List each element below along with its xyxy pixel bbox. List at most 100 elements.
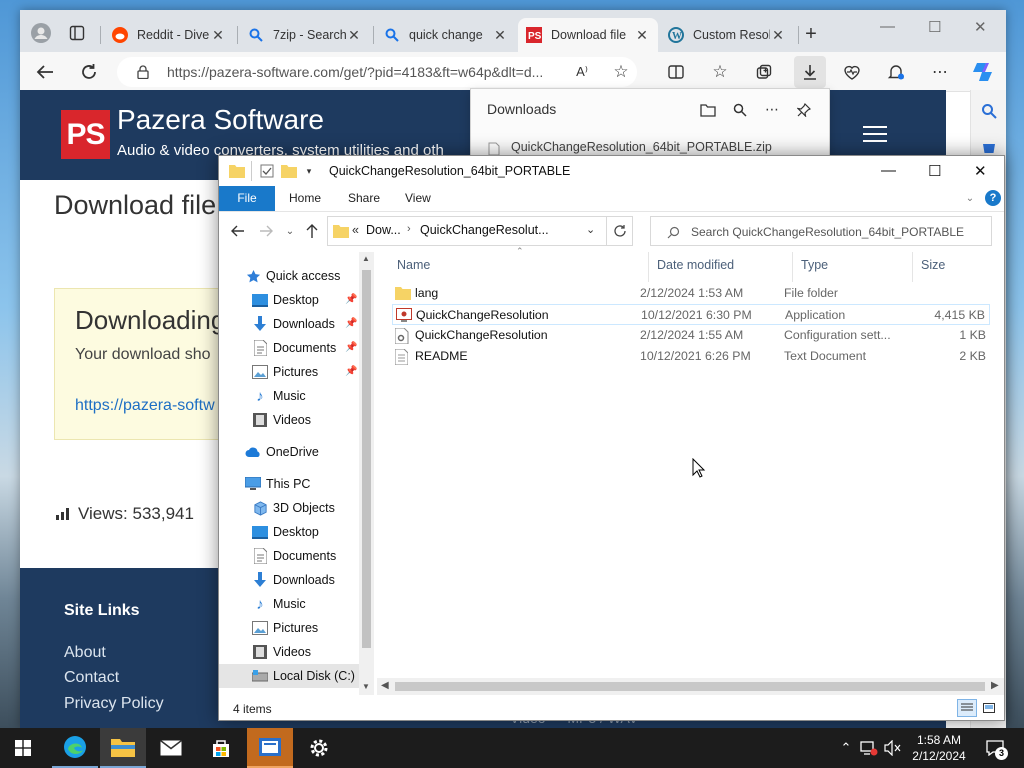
more-options-icon[interactable]: ⋯ bbox=[763, 100, 781, 118]
file-row[interactable]: QuickChangeResolution 10/12/2021 6:30 PM… bbox=[392, 304, 990, 325]
column-header-date[interactable]: Date modified bbox=[657, 258, 734, 272]
nav-quick-access[interactable]: Quick access bbox=[245, 264, 340, 288]
copilot-icon[interactable] bbox=[970, 60, 996, 84]
lock-icon[interactable] bbox=[135, 63, 151, 81]
nav-local-disk[interactable]: Local Disk (C:) bbox=[219, 664, 359, 688]
file-row[interactable]: QuickChangeResolution 2/12/2024 1:55 AM … bbox=[392, 325, 990, 346]
new-tab-icon[interactable]: + bbox=[800, 23, 822, 45]
maximize-icon[interactable]: ☐ bbox=[928, 162, 941, 180]
download-item-name[interactable]: QuickChangeResolution_64bit_PORTABLE.zip bbox=[511, 140, 772, 154]
refresh-icon[interactable] bbox=[78, 62, 100, 82]
scroll-left-icon[interactable]: ◀ bbox=[381, 680, 389, 691]
settings-taskbar-icon[interactable] bbox=[296, 728, 342, 768]
nav-pc-documents[interactable]: Documents bbox=[252, 544, 336, 568]
read-aloud-icon[interactable]: A⁾ bbox=[572, 62, 592, 82]
scroll-down-icon[interactable]: ▼ bbox=[362, 682, 370, 691]
maximize-icon[interactable]: ☐ bbox=[928, 18, 941, 36]
open-folder-icon[interactable] bbox=[699, 101, 717, 119]
profile-icon[interactable] bbox=[30, 22, 52, 44]
tab-close-icon[interactable]: ✕ bbox=[634, 27, 650, 44]
quick-access-toolbar-dropdown-icon[interactable]: ▾ bbox=[303, 165, 315, 177]
breadcrumb-item-current[interactable]: QuickChangeResolut... bbox=[420, 223, 549, 237]
column-header-size[interactable]: Size bbox=[921, 258, 945, 272]
nav-quick-downloads[interactable]: Downloads bbox=[252, 312, 335, 336]
scroll-up-icon[interactable]: ▲ bbox=[362, 254, 370, 263]
volume-muted-icon[interactable] bbox=[884, 739, 902, 757]
nav-pc-downloads[interactable]: Downloads bbox=[252, 568, 335, 592]
favorite-star-icon[interactable]: ☆ bbox=[611, 62, 631, 82]
tab-close-icon[interactable]: ✕ bbox=[346, 27, 362, 44]
footer-link-privacy[interactable]: Privacy Policy bbox=[64, 695, 164, 713]
more-options-icon[interactable]: ⋯ bbox=[930, 62, 950, 82]
nav-quick-documents[interactable]: Documents bbox=[252, 336, 336, 360]
file-explorer-taskbar-icon[interactable] bbox=[100, 728, 146, 768]
tab-actions-icon[interactable] bbox=[68, 24, 86, 42]
notification-center-icon[interactable]: 3 bbox=[984, 738, 1008, 760]
details-view-icon[interactable] bbox=[957, 699, 977, 717]
new-folder-icon[interactable] bbox=[281, 163, 297, 179]
site-name[interactable]: Pazera Software bbox=[117, 104, 324, 136]
horizontal-scrollbar-thumb[interactable] bbox=[395, 682, 985, 691]
properties-icon[interactable] bbox=[259, 163, 275, 179]
nav-scrollbar-thumb[interactable] bbox=[362, 270, 371, 648]
downloads-icon[interactable] bbox=[794, 56, 826, 88]
nav-quick-music[interactable]: ♪ Music bbox=[252, 384, 305, 408]
footer-link-contact[interactable]: Contact bbox=[64, 669, 119, 687]
nav-scrollbar[interactable]: ▲ ▼ bbox=[359, 252, 374, 695]
close-icon[interactable]: ✕ bbox=[974, 162, 987, 180]
tab-quick-change[interactable]: quick change ✕ bbox=[376, 18, 516, 52]
collections-icon[interactable] bbox=[754, 62, 774, 82]
search-downloads-icon[interactable] bbox=[731, 101, 749, 119]
tab-reddit[interactable]: Reddit - Dive ✕ bbox=[104, 18, 234, 52]
edge-taskbar-icon[interactable] bbox=[52, 728, 98, 768]
ribbon-tab-file[interactable]: File bbox=[219, 186, 275, 211]
mail-taskbar-icon[interactable] bbox=[148, 728, 194, 768]
tab-close-icon[interactable]: ✕ bbox=[770, 27, 786, 44]
start-button[interactable] bbox=[0, 728, 46, 768]
file-row[interactable]: lang 2/12/2024 1:53 AM File folder bbox=[392, 283, 990, 304]
address-bar[interactable]: https://pazera-software.com/get/?pid=418… bbox=[117, 57, 637, 87]
nav-pc-music[interactable]: ♪ Music bbox=[252, 592, 305, 616]
up-icon[interactable] bbox=[303, 222, 321, 240]
nav-onedrive[interactable]: OneDrive bbox=[245, 440, 319, 464]
column-header-type[interactable]: Type bbox=[801, 258, 828, 272]
help-icon[interactable]: ? bbox=[985, 190, 1001, 206]
nav-3d-objects[interactable]: 3D Objects bbox=[252, 496, 335, 520]
clock[interactable]: 1:58 AM 2/12/2024 bbox=[906, 732, 972, 764]
forward-icon[interactable] bbox=[257, 222, 275, 240]
address-dropdown-icon[interactable]: ⌄ bbox=[586, 223, 595, 236]
explorer-search-input[interactable]: Search QuickChangeResolution_64bit_PORTA… bbox=[650, 216, 992, 246]
network-icon[interactable] bbox=[860, 739, 878, 757]
minimize-icon[interactable]: — bbox=[880, 18, 895, 35]
tab-close-icon[interactable]: ✕ bbox=[492, 27, 508, 44]
expand-ribbon-icon[interactable]: ⌄ bbox=[963, 191, 977, 205]
show-hidden-icons[interactable]: ⌃ bbox=[838, 740, 854, 756]
sidebar-shopping-icon[interactable] bbox=[980, 138, 998, 156]
nav-pc-desktop[interactable]: Desktop bbox=[252, 520, 319, 544]
back-icon[interactable] bbox=[229, 222, 247, 240]
store-taskbar-icon[interactable] bbox=[198, 728, 244, 768]
tab-download-file[interactable]: PS Download file ✕ bbox=[518, 18, 658, 52]
ribbon-tab-view[interactable]: View bbox=[405, 186, 431, 211]
tab-7zip-search[interactable]: 7zip - Search ✕ bbox=[240, 18, 370, 52]
nav-quick-videos[interactable]: Videos bbox=[252, 408, 311, 432]
minimize-icon[interactable]: — bbox=[881, 162, 896, 179]
footer-link-about[interactable]: About bbox=[64, 644, 106, 662]
app-taskbar-icon[interactable] bbox=[247, 728, 293, 768]
scroll-right-icon[interactable]: ▶ bbox=[991, 680, 999, 691]
nav-quick-pictures[interactable]: Pictures bbox=[252, 360, 318, 384]
close-icon[interactable]: ✕ bbox=[974, 18, 987, 36]
browser-essentials-icon[interactable] bbox=[842, 62, 862, 82]
file-row[interactable]: README 10/12/2021 6:26 PM Text Document … bbox=[392, 346, 990, 367]
nav-pc-videos[interactable]: Videos bbox=[252, 640, 311, 664]
horizontal-scrollbar[interactable]: ◀ ▶ bbox=[377, 678, 1004, 695]
nav-this-pc[interactable]: This PC bbox=[245, 472, 310, 496]
menu-icon[interactable] bbox=[863, 126, 887, 144]
pin-icon[interactable] bbox=[795, 101, 813, 119]
tab-close-icon[interactable]: ✕ bbox=[210, 27, 226, 44]
ribbon-tab-home[interactable]: Home bbox=[289, 186, 321, 211]
ribbon-tab-share[interactable]: Share bbox=[348, 186, 380, 211]
nav-pc-pictures[interactable]: Pictures bbox=[252, 616, 318, 640]
nav-quick-desktop[interactable]: Desktop bbox=[252, 288, 319, 312]
refresh-icon[interactable] bbox=[607, 216, 633, 246]
